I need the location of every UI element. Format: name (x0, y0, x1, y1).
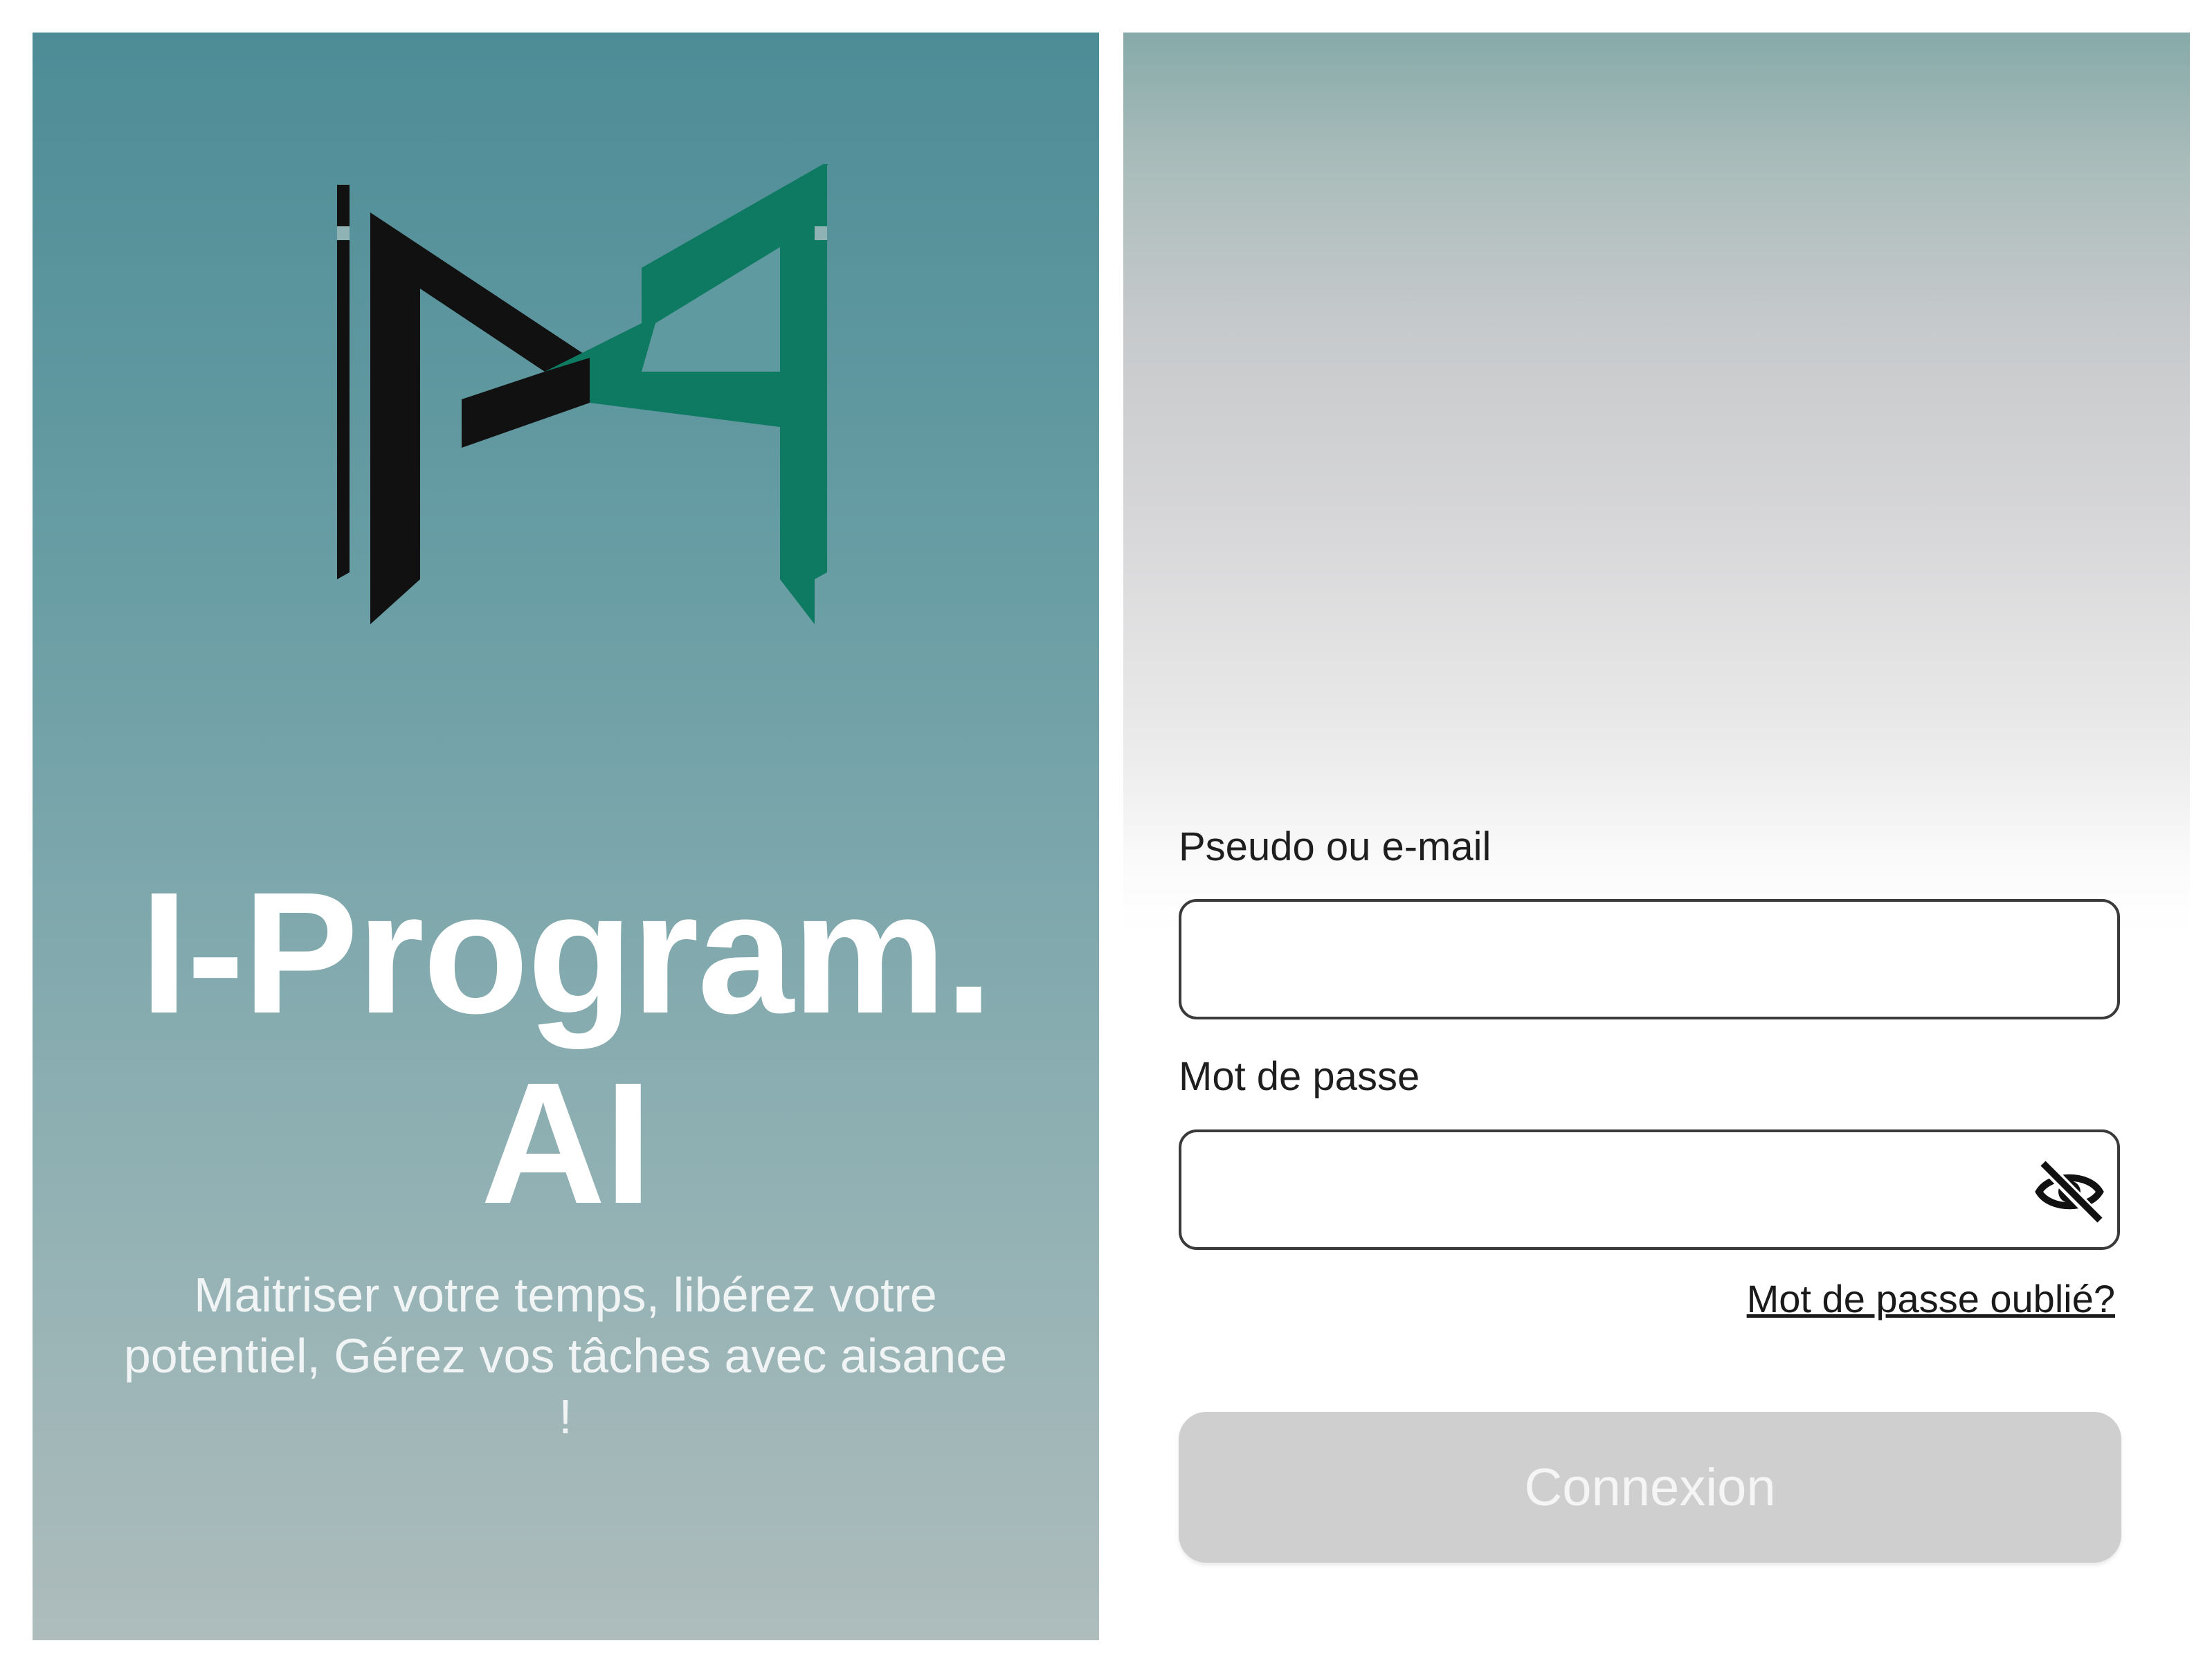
username-label: Pseudo ou e-mail (1179, 824, 1492, 869)
app-title-line-2: AI (480, 1046, 653, 1240)
username-input[interactable] (1179, 899, 2120, 1019)
app-tagline: Maitriser votre temps, libérez votre pot… (123, 1268, 1008, 1444)
eye-off-icon (2035, 1161, 2104, 1223)
password-visibility-toggle[interactable] (2033, 1161, 2105, 1223)
login-button[interactable]: Connexion (1179, 1412, 2121, 1563)
splash-screen: I-Program. AI Maitriser votre temps, lib… (33, 33, 1099, 1640)
app-title-line-1: I-Program. (140, 856, 992, 1049)
app-logo-icon (337, 164, 828, 624)
page: I-Program. AI Maitriser votre temps, lib… (0, 0, 2212, 1661)
password-input[interactable] (1179, 1129, 2120, 1250)
password-label: Mot de passe (1179, 1054, 1420, 1099)
login-screen: Pseudo ou e-mail Mot de passe Mot de pas… (1123, 33, 2190, 1640)
forgot-password-link[interactable]: Mot de passe oublié? (1747, 1275, 2115, 1323)
